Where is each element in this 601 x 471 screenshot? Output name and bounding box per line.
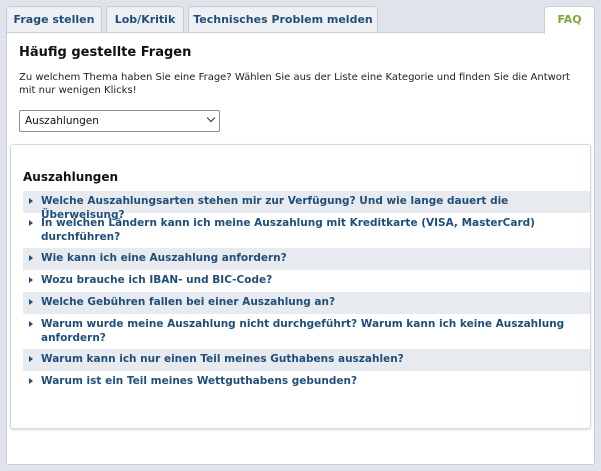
faq-question-text: Warum wurde meine Auszahlung nicht durch…: [41, 318, 565, 344]
faq-question-4[interactable]: Wozu brauche ich IBAN- und BIC-Code?: [23, 270, 590, 292]
faq-panel: Häufig gestellte Fragen Zu welchem Thema…: [6, 32, 595, 465]
faq-question-6[interactable]: Warum wurde meine Auszahlung nicht durch…: [23, 314, 590, 349]
caret-right-icon: [29, 299, 33, 305]
category-select[interactable]: Auszahlungen: [19, 110, 220, 132]
faq-list: Welche Auszahlungsarten stehen mir zur V…: [23, 191, 590, 393]
intro-text: Zu welchem Thema haben Sie eine Frage? W…: [19, 72, 570, 96]
caret-right-icon: [29, 255, 33, 261]
tab-frage-stellen[interactable]: Frage stellen: [6, 6, 102, 33]
tab-faq[interactable]: FAQ: [544, 6, 595, 34]
caret-right-icon: [29, 378, 33, 384]
faq-question-text: Warum ist ein Teil meines Wettguthabens …: [41, 375, 358, 387]
page-title: Häufig gestellte Fragen: [19, 45, 192, 60]
chevron-down-icon: [206, 113, 216, 123]
tab-technisches-problem[interactable]: Technisches Problem melden: [188, 6, 378, 33]
faq-question-text: Welche Gebühren fallen bei einer Auszahl…: [41, 296, 336, 308]
category-select-value: Auszahlungen: [25, 115, 99, 127]
faq-question-text: In welchen Ländern kann ich meine Auszah…: [41, 217, 535, 243]
caret-right-icon: [29, 277, 33, 283]
caret-right-icon: [29, 356, 33, 362]
faq-question-text: Wozu brauche ich IBAN- und BIC-Code?: [41, 274, 273, 286]
category-title: Auszahlungen: [23, 170, 119, 184]
faq-question-1[interactable]: Welche Auszahlungsarten stehen mir zur V…: [23, 191, 590, 221]
faq-question-2[interactable]: In welchen Ländern kann ich meine Auszah…: [23, 213, 590, 248]
caret-right-icon: [29, 220, 33, 226]
caret-right-icon: [29, 198, 33, 204]
caret-right-icon: [29, 321, 33, 327]
faq-question-text: Wie kann ich eine Auszahlung anfordern?: [41, 252, 287, 264]
faq-question-8[interactable]: Warum ist ein Teil meines Wettguthabens …: [23, 371, 590, 393]
faq-question-7[interactable]: Warum kann ich nur einen Teil meines Gut…: [23, 349, 590, 371]
tab-lob-kritik[interactable]: Lob/Kritik: [106, 6, 184, 33]
faq-card: Auszahlungen Welche Auszahlungsarten ste…: [10, 144, 591, 429]
tab-bar: Frage stellen Lob/Kritik Technisches Pro…: [6, 6, 595, 34]
faq-question-5[interactable]: Welche Gebühren fallen bei einer Auszahl…: [23, 292, 590, 314]
faq-question-text: Warum kann ich nur einen Teil meines Gut…: [41, 353, 404, 365]
faq-question-3[interactable]: Wie kann ich eine Auszahlung anfordern?: [23, 248, 590, 270]
